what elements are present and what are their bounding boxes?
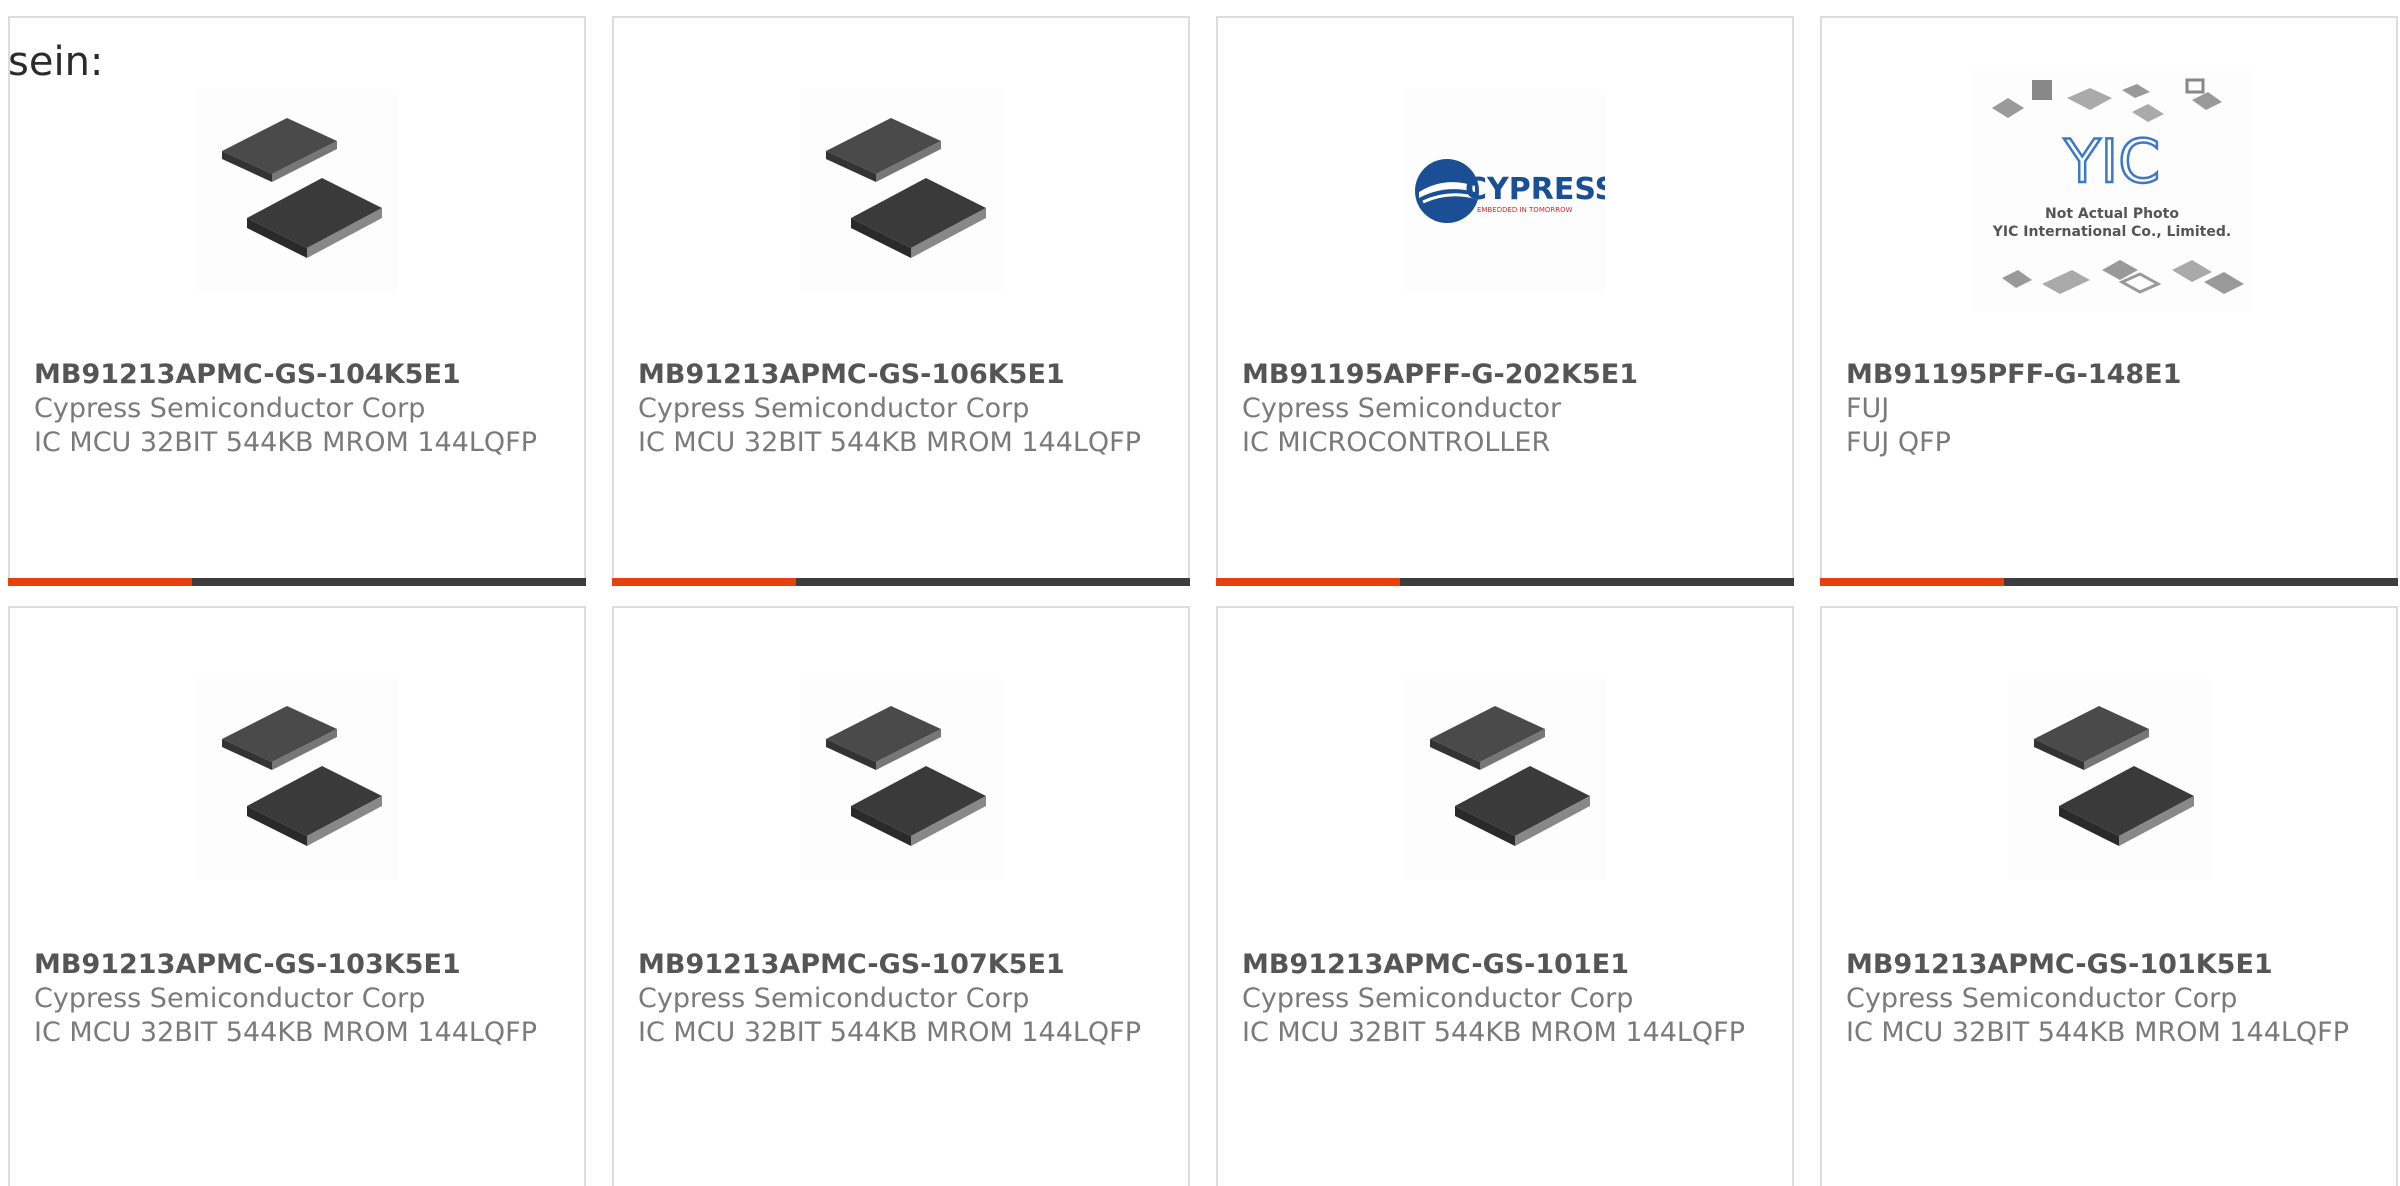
- chip-icon: [2034, 706, 2194, 846]
- description: FUJ QFP: [1846, 427, 1951, 458]
- cypress-logo-icon: CYPRESS EMBEDDED IN TOMORROW: [1415, 159, 1605, 223]
- chip-image[interactable]: [800, 678, 1002, 880]
- manufacturer: Cypress Semiconductor: [1242, 393, 1562, 424]
- description: IC MICROCONTROLLER: [1242, 427, 1551, 458]
- part-number[interactable]: MB91213APMC-GS-103K5E1: [34, 948, 574, 982]
- logo-text: CYPRESS: [1465, 172, 1605, 207]
- product-card[interactable]: MB91213APMC-GS-104K5E1 Cypress Semicondu…: [8, 16, 586, 586]
- part-number[interactable]: MB91213APMC-GS-104K5E1: [34, 358, 574, 392]
- chip-image[interactable]: [196, 90, 398, 292]
- manufacturer: FUJ: [1846, 393, 1890, 424]
- yic-placeholder-icon: YIC Not Actual Photo YIC International C…: [1992, 78, 2244, 294]
- chip-image[interactable]: [800, 90, 1002, 292]
- product-grid: MB91213APMC-GS-104K5E1 Cypress Semicondu…: [0, 0, 2400, 1186]
- yic-logo-text: YIC: [2063, 127, 2160, 197]
- chip-icon: [222, 706, 382, 846]
- chip-icon: [826, 706, 986, 846]
- manufacturer: Cypress Semiconductor Corp: [34, 393, 426, 424]
- manufacturer: Cypress Semiconductor Corp: [34, 983, 426, 1014]
- product-card[interactable]: MB91213APMC-GS-101E1 Cypress Semiconduct…: [1216, 606, 1794, 1186]
- card-bar: [612, 578, 1190, 586]
- yic-placeholder-image[interactable]: YIC Not Actual Photo YIC International C…: [1972, 70, 2252, 310]
- card-bar: [8, 578, 586, 586]
- part-number[interactable]: MB91213APMC-GS-101K5E1: [1846, 948, 2386, 982]
- product-card[interactable]: MB91213APMC-GS-103K5E1 Cypress Semicondu…: [8, 606, 586, 1186]
- chip-icon: [1430, 706, 1590, 846]
- manufacturer: Cypress Semiconductor Corp: [1846, 983, 2238, 1014]
- chip-image[interactable]: [196, 678, 398, 880]
- chip-icon: [826, 118, 986, 258]
- description: IC MCU 32BIT 544KB MROM 144LQFP: [1242, 1017, 1745, 1048]
- part-number[interactable]: MB91213APMC-GS-106K5E1: [638, 358, 1178, 392]
- description: IC MCU 32BIT 544KB MROM 144LQFP: [638, 427, 1141, 458]
- part-number[interactable]: MB91213APMC-GS-107K5E1: [638, 948, 1178, 982]
- product-card[interactable]: MB91213APMC-GS-106K5E1 Cypress Semicondu…: [612, 16, 1190, 586]
- intro-text: sein:: [8, 39, 104, 85]
- chip-icon: [222, 118, 382, 258]
- chip-image[interactable]: [1404, 678, 1606, 880]
- logo-subtext: EMBEDDED IN TOMORROW: [1477, 206, 1573, 214]
- part-number[interactable]: MB91213APMC-GS-101E1: [1242, 948, 1782, 982]
- chip-image[interactable]: [2008, 678, 2210, 880]
- description: IC MCU 32BIT 544KB MROM 144LQFP: [638, 1017, 1141, 1048]
- product-card[interactable]: YIC Not Actual Photo YIC International C…: [1820, 16, 2398, 586]
- not-actual-photo-caption: Not Actual Photo: [2045, 206, 2179, 222]
- description: IC MCU 32BIT 544KB MROM 144LQFP: [34, 1017, 537, 1048]
- description: IC MCU 32BIT 544KB MROM 144LQFP: [34, 427, 537, 458]
- manufacturer: Cypress Semiconductor Corp: [638, 393, 1030, 424]
- description: IC MCU 32BIT 544KB MROM 144LQFP: [1846, 1017, 2349, 1048]
- cypress-logo-image[interactable]: CYPRESS EMBEDDED IN TOMORROW: [1404, 90, 1606, 292]
- product-card[interactable]: CYPRESS EMBEDDED IN TOMORROW MB91195APFF…: [1216, 16, 1794, 586]
- manufacturer: Cypress Semiconductor Corp: [638, 983, 1030, 1014]
- product-card[interactable]: MB91213APMC-GS-101K5E1 Cypress Semicondu…: [1820, 606, 2398, 1186]
- part-number[interactable]: MB91195PFF-G-148E1: [1846, 358, 2386, 392]
- product-card[interactable]: MB91213APMC-GS-107K5E1 Cypress Semicondu…: [612, 606, 1190, 1186]
- card-bar: [1216, 578, 1794, 586]
- part-number[interactable]: MB91195APFF-G-202K5E1: [1242, 358, 1782, 392]
- manufacturer: Cypress Semiconductor Corp: [1242, 983, 1634, 1014]
- card-bar: [1820, 578, 2398, 586]
- yic-company-caption: YIC International Co., Limited.: [1992, 224, 2231, 240]
